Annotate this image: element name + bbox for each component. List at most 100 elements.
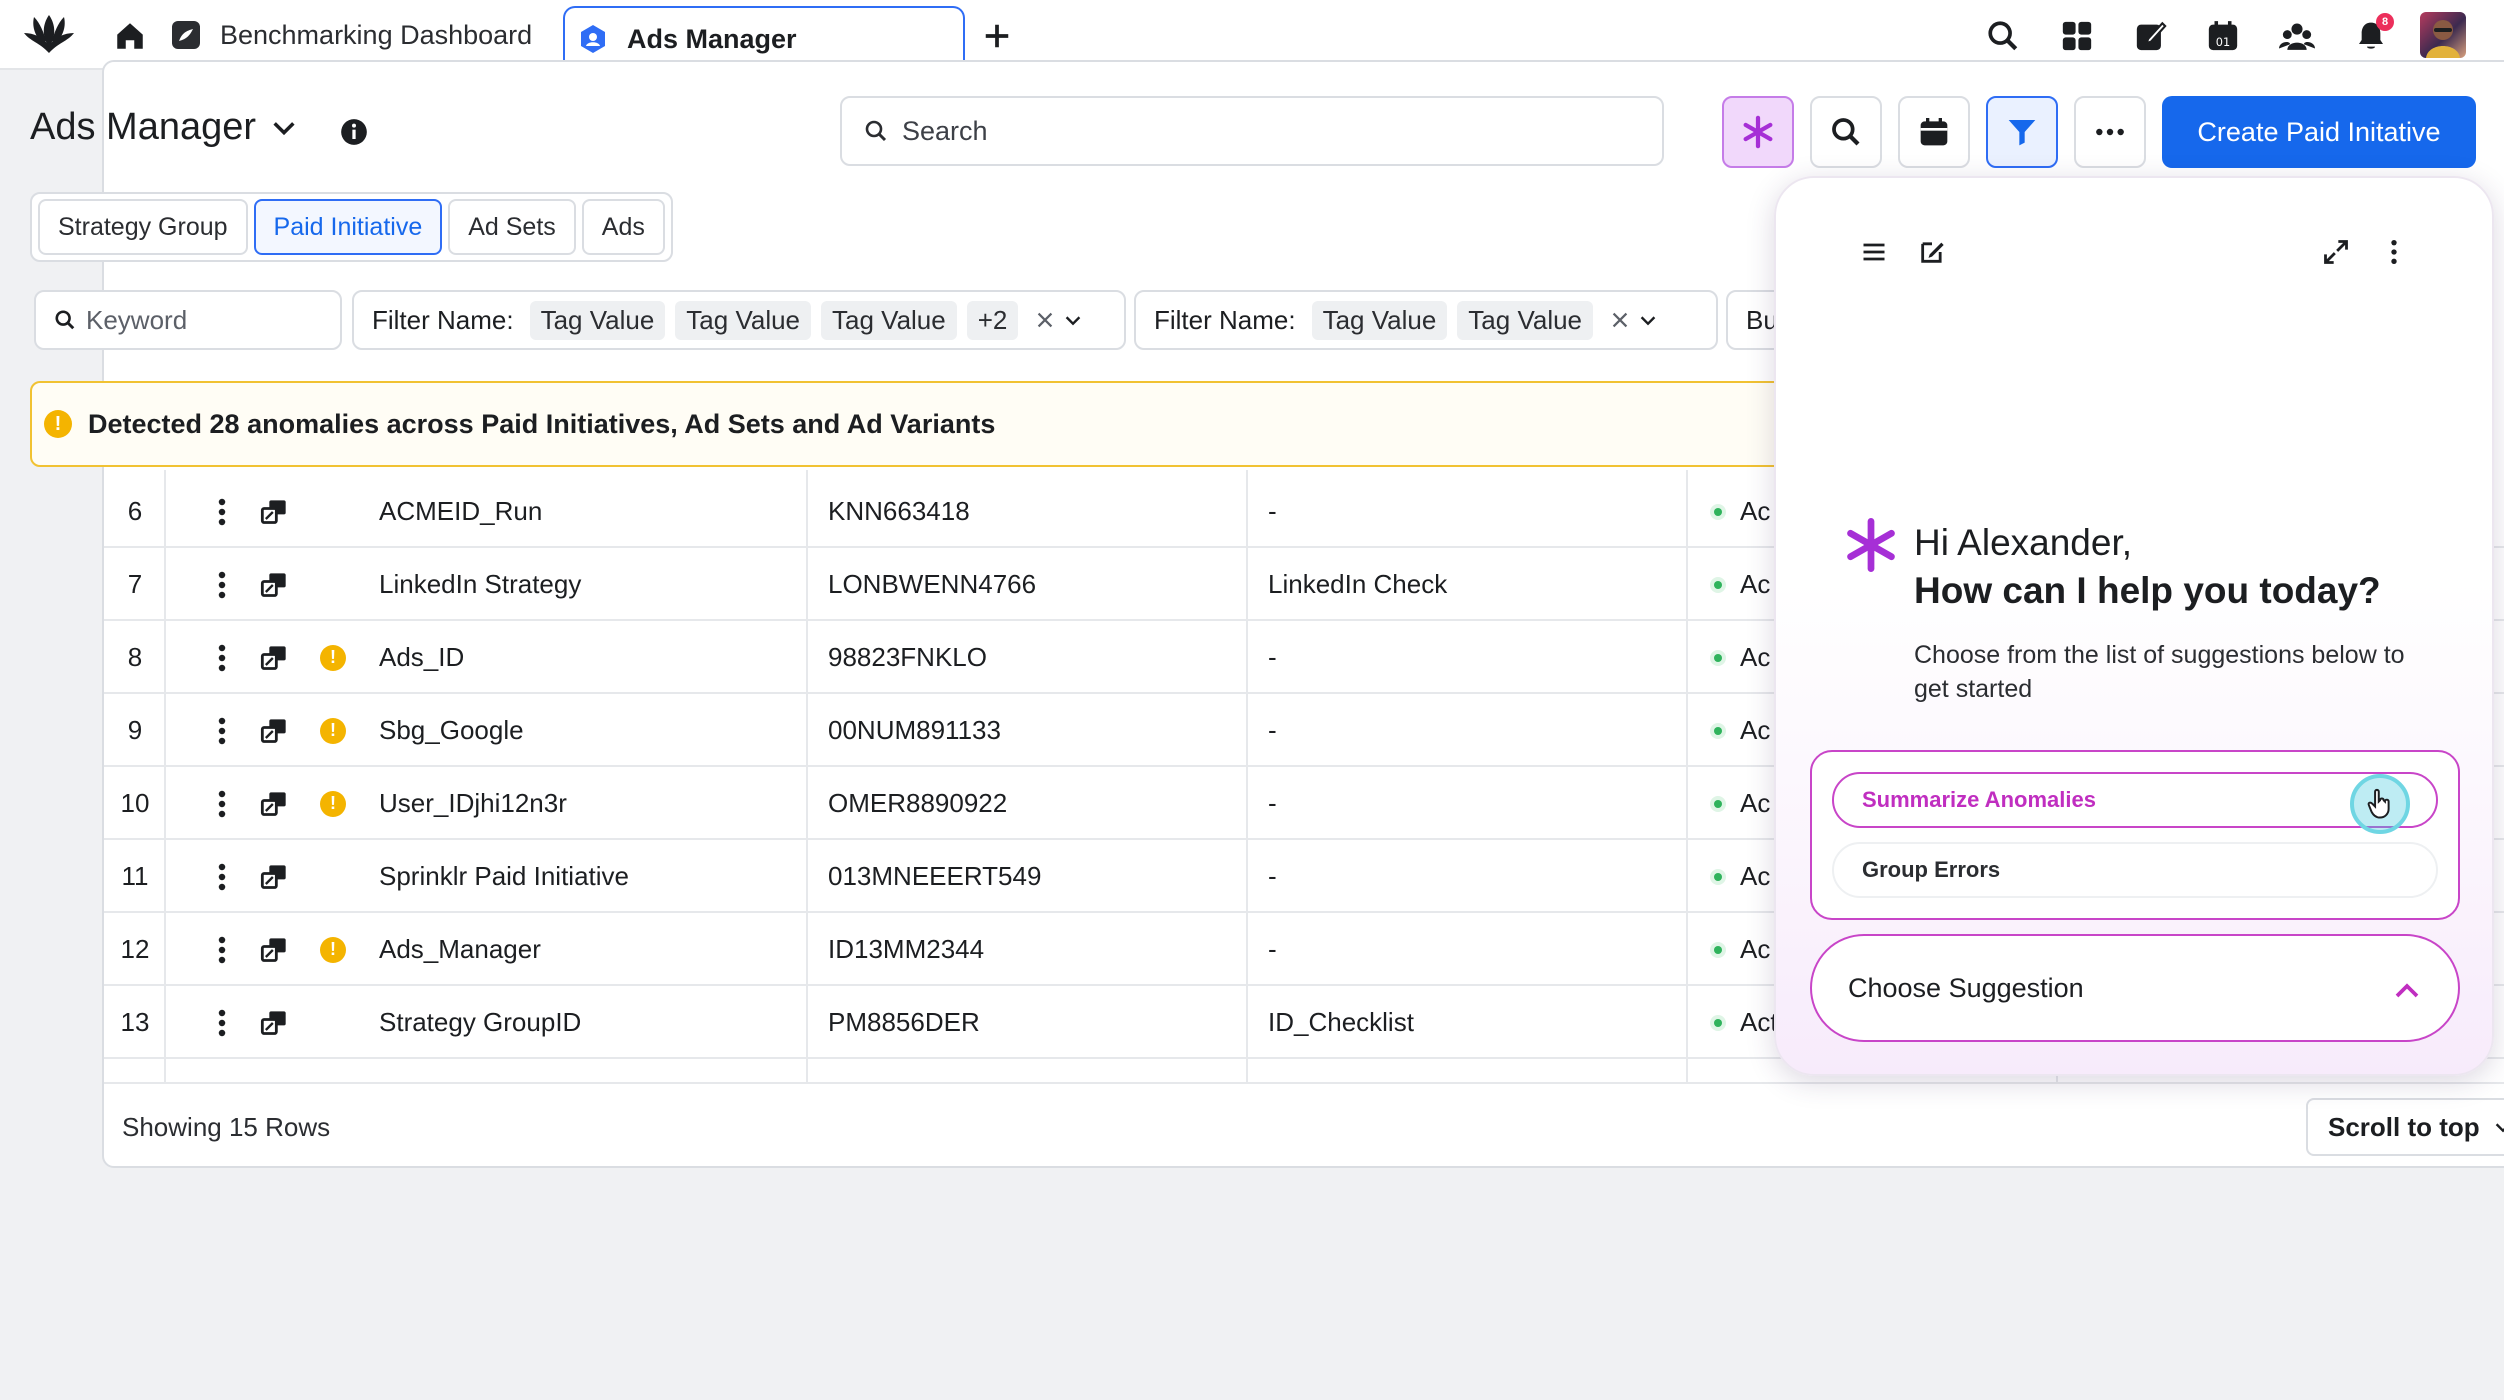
warning-icon: !	[44, 410, 72, 438]
scroll-to-top-button[interactable]: Scroll to top	[2306, 1098, 2504, 1156]
more-options-button[interactable]	[2074, 96, 2146, 168]
chevron-down-icon[interactable]	[1637, 309, 1659, 331]
filter-name: Filter Name:	[372, 304, 514, 335]
kebab-icon	[218, 790, 226, 817]
page-title[interactable]: Ads Manager	[30, 106, 298, 149]
warning-icon[interactable]: !	[320, 644, 346, 671]
filter-chip[interactable]: Filter Name: Tag Value Tag Value Tag Val…	[352, 290, 1126, 350]
row-id: OMER8890922	[828, 788, 1008, 818]
assistant-expand-button[interactable]	[2316, 232, 2356, 272]
filter-chip-budget[interactable]: Budg	[1726, 290, 1774, 350]
row-status-text: Ac	[1740, 934, 1771, 964]
row-actions-button[interactable]	[204, 840, 240, 913]
row-name[interactable]: User_IDjhi12n3r	[379, 767, 567, 840]
create-paid-initiative-button[interactable]: Create Paid Initative	[2162, 96, 2476, 168]
community-button[interactable]	[2274, 13, 2320, 59]
row-id: 00NUM891133	[828, 715, 1001, 745]
status-active-icon	[1710, 503, 1726, 520]
global-search-button[interactable]	[1980, 13, 2026, 59]
search-icon	[865, 120, 887, 142]
row-checklist: -	[1268, 934, 1277, 964]
tag-value: Tag Value	[1457, 300, 1594, 340]
filter-button[interactable]	[1986, 96, 2058, 168]
date-range-button[interactable]	[1898, 96, 1970, 168]
assistant-more-button[interactable]	[2374, 232, 2414, 272]
row-actions-button[interactable]	[204, 548, 240, 621]
warning-icon[interactable]: !	[320, 790, 346, 817]
close-icon[interactable]	[1034, 309, 1056, 331]
user-avatar-image	[2426, 20, 2460, 58]
svg-text:01: 01	[2216, 35, 2230, 49]
suggestion-summarize-anomalies[interactable]: Summarize Anomalies	[1832, 772, 2438, 828]
tab-ad-sets[interactable]: Ad Sets	[448, 199, 576, 255]
page-title-text: Ads Manager	[30, 106, 257, 148]
home-button[interactable]	[108, 14, 152, 58]
tab-benchmarking-dashboard[interactable]: Benchmarking Dashboard	[170, 6, 550, 64]
table-footer: Showing 15 Rows Scroll to top	[104, 1082, 2504, 1166]
assistant-subtitle: Choose from the list of suggestions belo…	[1914, 641, 2405, 703]
row-name[interactable]: Sprinklr Paid Initiative	[379, 840, 629, 913]
warning-icon[interactable]: !	[320, 717, 346, 744]
table-search-button[interactable]	[1810, 96, 1882, 168]
row-actions-button[interactable]	[204, 694, 240, 767]
row-name[interactable]: Sbg_Google	[379, 694, 524, 767]
row-actions-button[interactable]	[204, 475, 240, 548]
ai-assistant-button[interactable]	[1722, 96, 1794, 168]
close-icon[interactable]	[1609, 309, 1631, 331]
row-name[interactable]: Ads_Manager	[379, 913, 541, 986]
info-icon[interactable]	[340, 118, 368, 146]
row-number: 11	[121, 861, 149, 891]
warning-icon[interactable]: !	[320, 936, 346, 963]
home-icon	[117, 23, 143, 49]
search-input[interactable]	[902, 115, 1602, 147]
row-actions-button[interactable]	[204, 986, 240, 1059]
row-warning: !	[318, 767, 348, 840]
tab-label: Ads Manager	[627, 23, 797, 54]
filter-row: Filter Name: Tag Value Tag Value Tag Val…	[34, 290, 1774, 350]
search-icon	[1988, 21, 2018, 51]
assistant-new-chat-button[interactable]	[1912, 232, 1952, 272]
more-tags-count[interactable]: +2	[966, 300, 1019, 340]
kebab-icon	[218, 936, 226, 963]
people-icon	[2279, 23, 2315, 50]
brand-logo-icon[interactable]	[22, 13, 76, 57]
keyword-field[interactable]	[34, 290, 342, 350]
compose-button[interactable]	[2128, 13, 2174, 59]
row-name[interactable]: Strategy GroupID	[379, 986, 581, 1059]
row-warning: !	[318, 913, 348, 986]
row-warning: !	[318, 694, 348, 767]
apps-button[interactable]	[2054, 13, 2100, 59]
entity-type	[256, 840, 292, 913]
tab-paid-initiative[interactable]: Paid Initiative	[253, 199, 443, 255]
row-name[interactable]: LinkedIn Strategy	[379, 548, 581, 621]
tab-strategy-group[interactable]: Strategy Group	[38, 199, 248, 255]
tab-ads[interactable]: Ads	[581, 199, 665, 255]
row-name[interactable]: Ads_ID	[379, 621, 464, 694]
expand-icon	[2324, 240, 2348, 264]
notifications-button[interactable]: 8	[2348, 13, 2394, 59]
chevron-down-icon[interactable]	[1062, 309, 1084, 331]
row-actions-button[interactable]	[204, 767, 240, 840]
row-actions-button[interactable]	[204, 621, 240, 694]
row-id: 013MNEEERT549	[828, 861, 1042, 891]
calendar-top-button[interactable]: 01	[2200, 13, 2246, 59]
compose-icon	[1921, 242, 1944, 263]
assistant-menu-button[interactable]	[1854, 232, 1894, 272]
entity-type	[256, 694, 292, 767]
filter-chip[interactable]: Filter Name: Tag Value Tag Value	[1134, 290, 1718, 350]
row-actions-button[interactable]	[204, 913, 240, 986]
row-name[interactable]: ACMEID_Run	[379, 475, 542, 548]
suggestion-list: Summarize Anomalies Group Errors	[1810, 750, 2460, 920]
ai-assistant-panel: Hi Alexander, How can I help you today? …	[1774, 176, 2494, 1076]
row-id: 98823FNKLO	[828, 642, 987, 672]
avatar[interactable]	[2420, 12, 2466, 58]
keyword-input[interactable]	[86, 304, 326, 336]
row-checklist: -	[1268, 788, 1277, 818]
chevron-up-icon	[2395, 983, 2419, 998]
suggestion-group-errors[interactable]: Group Errors	[1832, 842, 2438, 898]
row-status-text: Ac	[1740, 715, 1771, 745]
new-tab-button[interactable]	[975, 14, 1019, 58]
choose-suggestion-dropdown[interactable]: Choose Suggestion	[1810, 934, 2460, 1042]
search-field[interactable]	[840, 96, 1664, 166]
tag-value: Tag Value	[1311, 300, 1448, 340]
